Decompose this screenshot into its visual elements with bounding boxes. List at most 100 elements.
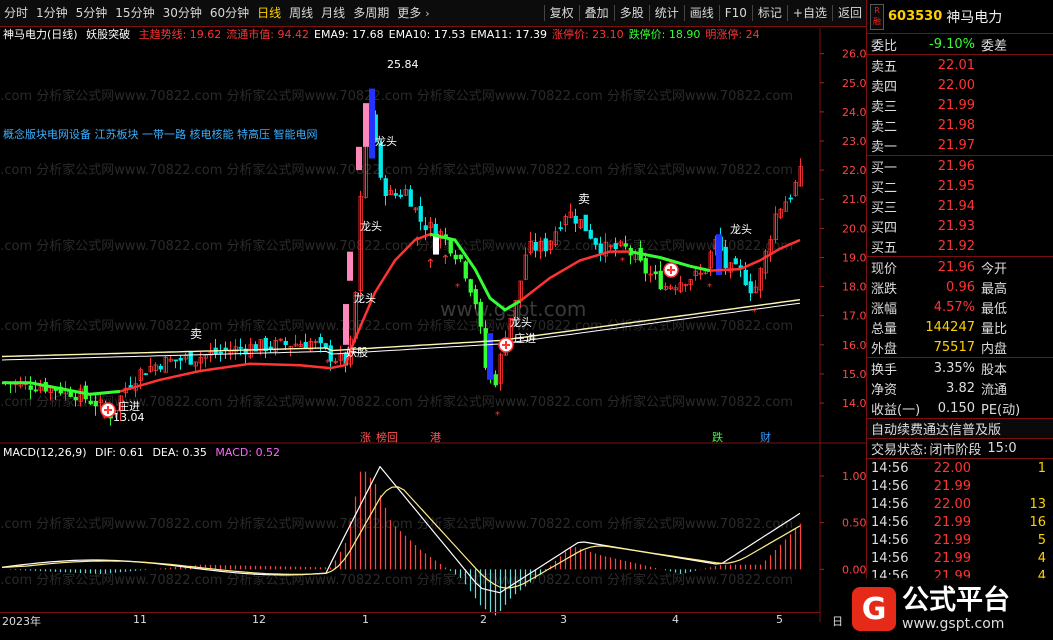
bid-row[interactable]: 买三 21.94 bbox=[867, 196, 1053, 216]
ask-row[interactable]: 卖三 21.99 bbox=[867, 95, 1053, 115]
toolbar-divider bbox=[578, 5, 580, 21]
period-tab-8[interactable]: 月线 bbox=[317, 2, 349, 24]
tick-time: 14:56 bbox=[871, 550, 909, 566]
quote-label2: 今开 bbox=[981, 261, 1008, 277]
ask-row[interactable]: 卖二 21.98 bbox=[867, 115, 1053, 135]
ask-value: 22.00 bbox=[937, 77, 975, 93]
quote-label: 现价 bbox=[871, 261, 898, 277]
candle-body bbox=[283, 340, 288, 346]
tick-time: 14:56 bbox=[871, 496, 909, 512]
bid-value: 21.94 bbox=[937, 198, 975, 214]
tick-volume: 5 bbox=[1037, 532, 1046, 548]
tool-button-1[interactable]: 叠加 bbox=[581, 2, 613, 24]
date-axis-label: 3 bbox=[560, 613, 567, 626]
chevron-right-icon[interactable]: › bbox=[425, 7, 429, 20]
ad-text[interactable]: 自动续费通达信普及版 bbox=[871, 419, 1001, 438]
tick-list[interactable]: 14:56 22.00 1 14:56 21.99 14:56 22.00 13 14:56 21… bbox=[867, 458, 1053, 585]
concept-sector-text: 概念版块电网设备 江苏板块 一带一路 核电核能 特高压 智能电网 bbox=[3, 128, 318, 141]
bid-row[interactable]: 买四 21.93 bbox=[867, 216, 1053, 236]
quote-row[interactable]: 总量 144247 量比 bbox=[867, 317, 1053, 337]
star-marker: * bbox=[620, 256, 625, 267]
event-flag: 跌 bbox=[712, 430, 723, 444]
price-tick-label: 24.00 bbox=[842, 106, 866, 119]
tool-button-8[interactable]: 返回 bbox=[834, 2, 866, 24]
bid-label: 买二 bbox=[871, 180, 898, 196]
candle-body bbox=[423, 225, 428, 231]
tool-button-7[interactable]: +自选 bbox=[789, 2, 831, 24]
bid-label: 买五 bbox=[871, 240, 898, 256]
price-tick-label: 21.00 bbox=[842, 193, 866, 206]
period-tab-3[interactable]: 15分钟 bbox=[111, 2, 158, 24]
logo-title: 公式平台 bbox=[902, 585, 1010, 616]
macd-tick-label: 1.00 bbox=[842, 470, 866, 483]
tool-button-3[interactable]: 统计 bbox=[651, 2, 683, 24]
period-tab-10[interactable]: 更多 bbox=[393, 2, 425, 24]
ask-row[interactable]: 卖五 22.01 bbox=[867, 55, 1053, 75]
fund-row[interactable]: 换手 3.35% 股本 bbox=[867, 358, 1053, 378]
bid-label: 买三 bbox=[871, 200, 898, 216]
signal-bar bbox=[363, 103, 369, 147]
quote-row[interactable]: 现价 21.96 今开 bbox=[867, 257, 1053, 277]
tick-price: 22.00 bbox=[933, 496, 971, 512]
ask-row[interactable]: 卖四 22.00 bbox=[867, 75, 1053, 95]
macd-name[interactable]: MACD(12,26,9) bbox=[3, 446, 87, 459]
longtou-label: 龙头 bbox=[375, 135, 397, 148]
candle-body bbox=[88, 400, 93, 405]
period-tab-4[interactable]: 30分钟 bbox=[159, 2, 206, 24]
period-tab-9[interactable]: 多周期 bbox=[349, 2, 393, 24]
longtou-label: 龙头 bbox=[360, 220, 382, 233]
tick-volume: 1 bbox=[1037, 460, 1046, 476]
fundamental-stats: 换手 3.35% 股本 净资 3.82 流通 收益(一) 0.150 PE(动) bbox=[867, 357, 1053, 418]
up-arrow-icon: ↑ bbox=[412, 235, 423, 250]
ad-banner[interactable]: 自动续费通达信普及版 bbox=[867, 418, 1053, 438]
candle-body bbox=[188, 351, 193, 365]
price-tick-label: 15.00 bbox=[842, 368, 866, 381]
period-tab-6[interactable]: 日线 bbox=[253, 2, 285, 24]
quote-value: 21.96 bbox=[937, 259, 975, 275]
bid-row[interactable]: 买一 21.96 bbox=[867, 156, 1053, 176]
price-tick-label: 22.00 bbox=[842, 164, 866, 177]
kline-chart[interactable]: 2.com 分析家公式网www.70822.com 分析家公式网www.7082… bbox=[0, 28, 866, 622]
candle-body bbox=[408, 189, 413, 207]
tool-button-5[interactable]: F10 bbox=[721, 2, 751, 24]
bid-value: 21.93 bbox=[937, 218, 975, 234]
candle-body bbox=[478, 301, 483, 327]
period-tab-0[interactable]: 分时 bbox=[0, 2, 32, 24]
quote-row[interactable]: 涨跌 0.96 最高 bbox=[867, 277, 1053, 297]
fund-label2: 流通 bbox=[981, 382, 1008, 398]
quote-row[interactable]: 涨幅 4.57% 最低 bbox=[867, 297, 1053, 317]
candle-body bbox=[383, 178, 388, 196]
candle-body bbox=[643, 258, 648, 274]
status-label: 交易状态: bbox=[871, 443, 928, 458]
longtou-label: 龙头 bbox=[510, 316, 532, 329]
quote-label: 涨幅 bbox=[871, 301, 898, 317]
trend-line-up bbox=[119, 233, 431, 393]
tool-button-2[interactable]: 多股 bbox=[616, 2, 648, 24]
period-tab-1[interactable]: 1分钟 bbox=[32, 2, 72, 24]
quote-row[interactable]: 外盘 75517 内盘 bbox=[867, 337, 1053, 357]
sell-label: 卖 bbox=[578, 192, 590, 206]
low-price-label: 13.04 bbox=[113, 411, 145, 424]
tick-price: 21.99 bbox=[933, 514, 971, 530]
tool-button-0[interactable]: 复权 bbox=[546, 2, 578, 24]
tool-button-4[interactable]: 画线 bbox=[686, 2, 718, 24]
status-value: 闭市阶段 bbox=[929, 443, 982, 458]
quote-header: R融 603530 神马电力 bbox=[867, 0, 1053, 34]
candle-body bbox=[393, 193, 398, 196]
period-tab-7[interactable]: 周线 bbox=[285, 2, 317, 24]
indicator-name[interactable]: 妖股突破 bbox=[86, 28, 130, 41]
bid-row[interactable]: 买五 21.92 bbox=[867, 236, 1053, 256]
bid-row[interactable]: 买二 21.95 bbox=[867, 176, 1053, 196]
quote-value: 4.57% bbox=[933, 299, 975, 315]
chart-canvas[interactable]: 2.com 分析家公式网www.70822.com 分析家公式网www.7082… bbox=[0, 28, 866, 622]
weicha-label: 委差 bbox=[981, 38, 1008, 54]
tool-button-6[interactable]: 标记 bbox=[754, 2, 786, 24]
toolbar-divider bbox=[718, 5, 720, 21]
tick-volume: 13 bbox=[1029, 496, 1046, 512]
period-tab-5[interactable]: 60分钟 bbox=[206, 2, 253, 24]
fund-row[interactable]: 收益(一) 0.150 PE(动) bbox=[867, 398, 1053, 418]
tick-row: 14:56 21.99 16 bbox=[867, 513, 1053, 531]
fund-row[interactable]: 净资 3.82 流通 bbox=[867, 378, 1053, 398]
ask-row[interactable]: 卖一 21.97 bbox=[867, 135, 1053, 155]
period-tab-2[interactable]: 5分钟 bbox=[72, 2, 112, 24]
